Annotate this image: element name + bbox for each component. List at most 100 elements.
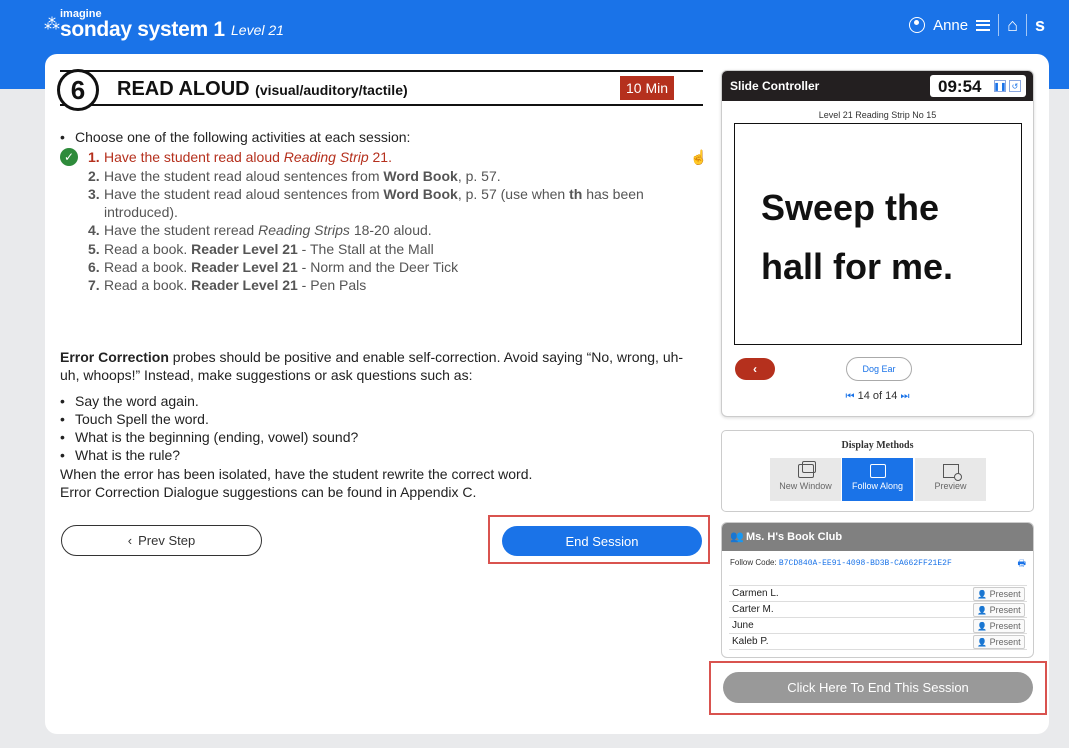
activity-number: 5. [88,240,100,257]
previous-slide-button[interactable]: ‹ [735,358,775,380]
present-button[interactable]: 👤 Present [973,602,1025,617]
present-button[interactable]: 👤 Present [973,586,1025,601]
student-name: Carter M. [729,601,973,618]
pause-icon[interactable]: ❚❚ [993,80,1007,92]
follow-code: Follow Code: B7CD840A-EE91-4098-BD3B-CA6… [730,558,952,568]
duration-badge: 10 Min [620,76,674,100]
student-status-cell: 👤 Present [973,617,1027,634]
activity-item[interactable]: 5. Read a book. Reader Level 21 - The Sta… [60,240,700,258]
error-correction: Error Correction probes should be positi… [60,348,690,501]
present-button[interactable]: 👤 Present [973,634,1025,649]
activity-item[interactable]: 4. Have the student reread Reading Strips… [60,221,700,239]
error-correction-lead: Error Correction [60,349,169,365]
new-window-label: New Window [779,481,832,491]
first-slide-icon[interactable]: ⏮ [846,391,855,402]
activity-number: 4. [88,222,100,239]
slide-pager: ⏮ 14 of 14 ⏭ [722,390,1033,402]
slide-line-1: Sweep the [761,187,940,228]
end-session-highlight: End Session [488,515,710,564]
display-methods-title: Display Methods [841,440,914,451]
student-name: Kaleb P. [729,633,973,650]
present-label: Present [989,604,1021,615]
home-icon[interactable]: ⌂ [1007,15,1018,36]
present-label: Present [989,588,1021,599]
divider [1025,14,1027,36]
follow-along-label: Follow Along [851,481,904,491]
slide-controller-title: Slide Controller [730,79,820,93]
student-name: June [729,617,973,634]
chevron-left-icon: ‹ [127,533,133,548]
activity-number: 3. [88,185,100,202]
activity-text: Have the student read aloud Reading Stri… [104,149,392,166]
activity-item[interactable]: 6. Read a book. Reader Level 21 - Norm an… [60,258,700,276]
preview-label: Preview [934,481,967,491]
timer-value: 09:54 [938,77,982,96]
step-title: READ ALOUD (visual/auditory/tactile) [117,78,408,101]
end-session-button[interactable]: End Session [502,526,702,556]
user-name[interactable]: Anne [933,17,968,34]
student-row: Carter M. 👤 Present [729,601,1027,618]
activity-number: 7. [88,277,100,294]
activity-item[interactable]: 2. Have the student read aloud sentences … [60,167,700,185]
sonday-s-icon[interactable]: s [1035,15,1045,36]
suggestion-item: What is the beginning (ending, vowel) so… [60,428,690,447]
error-correction-footer-2: Error Correction Dialogue suggestions ca… [60,484,477,501]
slide-controller-header: Slide Controller 09:54 ❚❚ ↺ [722,71,1033,101]
end-this-session-button[interactable]: Click Here To End This Session [723,672,1033,703]
follow-code-value[interactable]: B7CD840A-EE91-4098-BD3B-CA662FF21E2F [779,559,952,568]
last-slide-icon[interactable]: ⏭ [900,391,909,402]
activity-text: Read a book. Reader Level 21 - Pen Pals [104,277,367,294]
step-subtitle: (visual/auditory/tactile) [255,82,408,98]
activity-text: Read a book. Reader Level 21 - Norm and … [104,259,459,276]
preview-button[interactable]: Preview [915,458,986,501]
activity-text: Have the student read aloud sentences fr… [104,167,501,184]
chevron-left-icon: ‹ [753,362,757,376]
check-icon: ✓ [60,148,78,167]
present-button[interactable]: 👤 Present [973,618,1025,633]
student-row: Carmen L. 👤 Present [729,585,1027,602]
student-name: Carmen L. [729,585,973,602]
level-label: Level 21 [231,22,284,38]
slide-label: Level 21 Reading Strip No 15 [818,110,937,120]
activity-text: Have the student read aloud sentences fr… [104,185,644,221]
new-window-button[interactable]: New Window [770,458,841,501]
activity-list: ✓ 1. Have the student read aloud Reading S… [60,148,700,294]
activity-number: 2. [88,167,100,184]
activity-number: 6. [88,259,100,276]
prev-step-button[interactable]: ‹ Prev Step [61,525,262,556]
print-icon[interactable]: 🖶 [1018,556,1027,572]
instructions: Choose one of the following activities a… [60,128,700,295]
slide-text: Sweep the hall for me. [761,178,953,296]
error-correction-text: Error Correction probes should be positi… [60,348,690,385]
suggestion-list: Say the word again.Touch Spell the word.… [60,392,690,465]
preview-icon [942,464,962,481]
slide-count: 14 of 14 [857,390,898,402]
step-header: 6 READ ALOUD (visual/auditory/tactile) 1… [57,69,703,111]
new-window-icon [797,461,816,478]
suggestion-item: Say the word again. [60,392,690,411]
follow-code-label: Follow Code: [730,558,777,567]
menu-icon[interactable] [976,19,991,31]
user-icon[interactable] [909,17,926,33]
slide-controller: Slide Controller 09:54 ❚❚ ↺ Level 21 Rea… [721,70,1034,417]
pointer-hand-icon: ☝ [690,149,708,165]
student-status-cell: 👤 Present [973,585,1027,602]
present-label: Present [989,636,1021,647]
activity-item[interactable]: 3. Have the student read aloud sentences … [60,185,700,222]
reset-icon[interactable]: ↺ [1009,80,1021,92]
activity-number: 1. [88,149,100,166]
student-row: Kaleb P. 👤 Present [729,633,1027,650]
slide-display: Sweep the hall for me. [734,123,1022,345]
activity-item[interactable]: ✓ 1. Have the student read aloud Reading S… [60,148,700,167]
activity-text: Have the student reread Reading Strips 1… [104,222,432,239]
person-check-icon: 👤 [977,621,990,631]
dog-ear-button[interactable]: Dog Ear [846,357,912,381]
activity-item[interactable]: 7. Read a book. Reader Level 21 - Pen Pal… [60,276,700,294]
divider [998,14,1000,36]
person-check-icon: 👤 [977,637,990,647]
follow-along-button[interactable]: Follow Along [842,458,913,501]
sonday-logo-icon: ⁂ [44,16,60,33]
activity-text: Read a book. Reader Level 21 - The Stall… [104,240,434,257]
slide-line-2: hall for me. [761,246,954,287]
prev-step-label: Prev Step [138,533,196,548]
